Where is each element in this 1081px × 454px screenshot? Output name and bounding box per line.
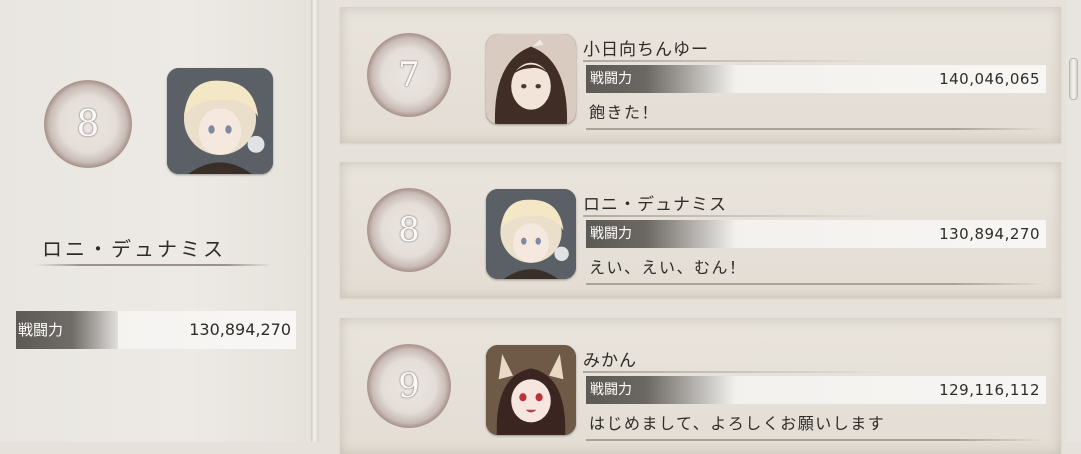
name-divider [34, 264, 272, 266]
power-label: 戦闘力 [586, 220, 736, 248]
power-value: 130,894,270 [939, 225, 1040, 243]
player-comment: 飽きた！ [589, 103, 660, 122]
rank-medal: 9 [367, 344, 451, 428]
player-name: ロニ・デュナミス [583, 195, 727, 215]
panel-divider [311, 0, 319, 442]
rank-number: 8 [76, 103, 100, 145]
scrollbar-thumb[interactable] [1069, 58, 1078, 100]
blonde-boy-avatar-icon [167, 68, 273, 174]
player-comment: はじめまして、よろしくお願いします [589, 414, 886, 433]
rank-medal: 8 [367, 188, 451, 272]
power-label: 戦闘力 [586, 376, 736, 404]
selected-player-panel: 8 ロニ・デュナミス 戦闘力 130,894,270 [0, 0, 309, 442]
ranking-list[interactable]: 7 小日向ちんゆー 戦闘力 140,046,065 飽きた！ 8 ロニ・デュナミ… [320, 0, 1064, 454]
ranking-row[interactable]: 7 小日向ちんゆー 戦闘力 140,046,065 飽きた！ [340, 7, 1061, 143]
power-value: 130,894,270 [189, 320, 291, 339]
power-label: 戦闘力 [16, 311, 118, 349]
comment-divider [586, 128, 1046, 130]
dark-haired-girl-avatar-icon [486, 34, 576, 124]
power-bar: 戦闘力 130,894,270 [586, 220, 1046, 248]
rank-number: 7 [398, 55, 420, 95]
name-divider [583, 371, 888, 373]
name-divider [583, 215, 888, 217]
rank-medal: 7 [367, 33, 451, 117]
blonde-boy-avatar-icon [486, 189, 576, 279]
scrollbar[interactable] [1066, 0, 1081, 442]
player-avatar[interactable] [486, 189, 576, 279]
player-avatar[interactable] [486, 34, 576, 124]
player-avatar[interactable] [167, 68, 273, 174]
player-avatar[interactable] [486, 345, 576, 435]
rank-number: 8 [398, 210, 420, 250]
player-name: みかん [583, 351, 637, 371]
power-bar: 戦闘力 140,046,065 [586, 65, 1046, 93]
player-name: ロニ・デュナミス [42, 237, 226, 261]
ranking-row-selected[interactable]: 8 ロニ・デュナミス 戦闘力 130,894,270 えい、えい、むん！ [340, 162, 1061, 298]
ranking-row[interactable]: 9 みかん 戦闘力 129,116,112 はじめまして、よろしくお願いします [340, 318, 1061, 454]
name-divider [583, 60, 888, 62]
rank-medal: 8 [44, 80, 132, 168]
power-value: 129,116,112 [939, 381, 1040, 399]
comment-divider [586, 439, 1046, 441]
comment-divider [586, 283, 1046, 285]
power-bar: 戦闘力 129,116,112 [586, 376, 1046, 404]
rank-number: 9 [398, 366, 420, 406]
player-name: 小日向ちんゆー [583, 40, 709, 60]
fox-eared-girl-avatar-icon [486, 345, 576, 435]
power-label: 戦闘力 [586, 65, 736, 93]
player-comment: えい、えい、むん！ [589, 258, 747, 277]
power-value: 140,046,065 [939, 70, 1040, 88]
power-bar: 戦闘力 130,894,270 [16, 311, 296, 349]
